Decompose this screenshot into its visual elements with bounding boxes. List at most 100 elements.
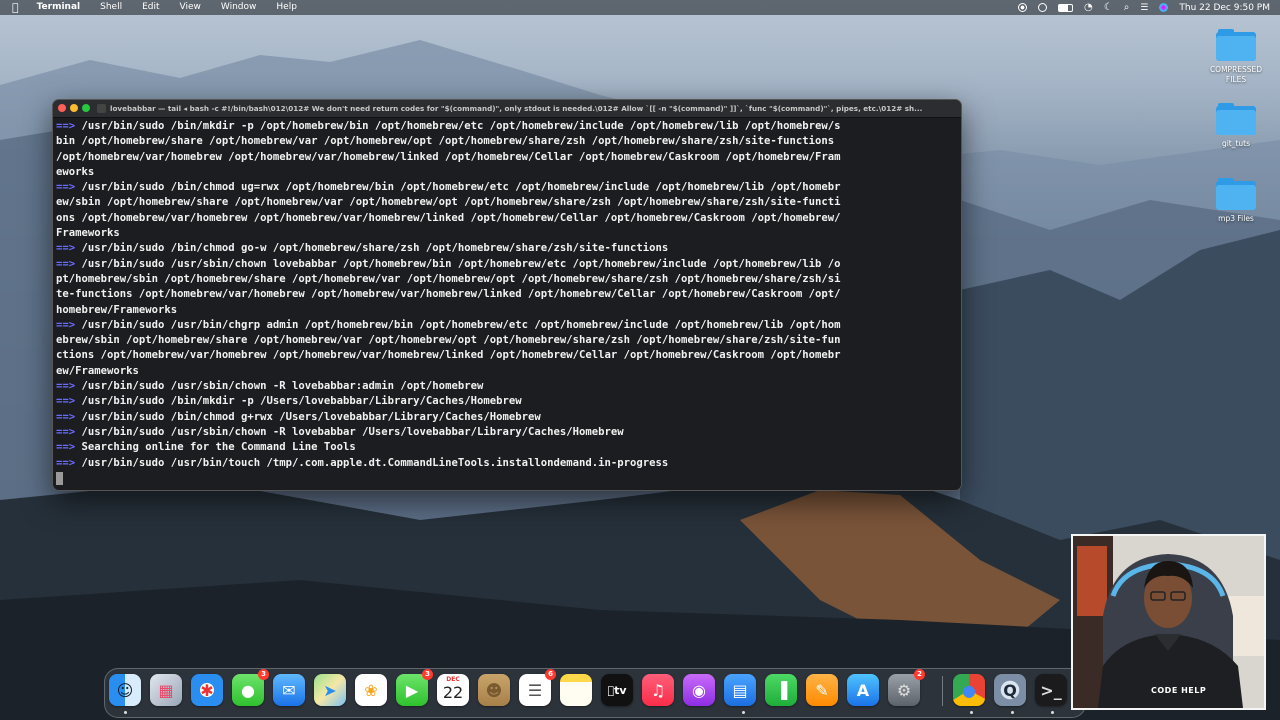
system-settings-icon[interactable]: ⚙ 2 <box>888 669 925 706</box>
desktop-folder-label: COMPRESSED FILES <box>1209 65 1263 84</box>
desktop-folder-mp3-files[interactable]: mp3 Files <box>1201 178 1271 224</box>
terminal-line-text: /usr/bin/sudo /usr/sbin/chown -R lovebab… <box>75 425 624 438</box>
menu-edit[interactable]: Edit <box>132 0 169 15</box>
calendar-icon[interactable]: DEC 22 <box>437 674 469 706</box>
app-store-icon[interactable]: A <box>847 674 879 706</box>
search-icon[interactable]: ⌕ <box>1124 2 1130 13</box>
menu-view[interactable]: View <box>170 0 211 15</box>
contacts-glyph: ☻ <box>485 680 503 700</box>
terminal-line-text: Frameworks <box>56 227 120 240</box>
desktop-folder-label: mp3 Files <box>1218 214 1254 223</box>
running-indicator <box>742 711 745 714</box>
apple-tv-icon[interactable]: tv <box>601 674 633 706</box>
terminal-output[interactable]: ==> /usr/bin/sudo /bin/mkdir -p /opt/hom… <box>53 118 961 486</box>
maps-icon[interactable]: ➤ <box>314 674 346 706</box>
terminal-line: ==> /usr/bin/sudo /bin/chmod go-w /opt/h… <box>56 241 958 256</box>
menu-window[interactable]: Window <box>211 0 267 15</box>
record-status-icon[interactable] <box>1017 3 1027 12</box>
terminal-line-text: /usr/bin/sudo /usr/bin/chgrp admin /opt/… <box>75 318 841 331</box>
wifi-icon[interactable]: ◔ <box>1084 2 1093 13</box>
desktop-folder-git-tuts[interactable]: git_tuts <box>1201 103 1271 149</box>
menu-shell[interactable]: Shell <box>90 0 132 15</box>
terminal-app-icon[interactable]: >_ <box>1035 674 1067 706</box>
clock-datetime[interactable]: Thu 22 Dec 9:50 PM <box>1179 3 1270 13</box>
terminal-line-text: /usr/bin/sudo /usr/bin/touch /tmp/.com.a… <box>75 456 669 469</box>
apple-menu-icon[interactable]:  <box>0 1 27 14</box>
keynote-icon[interactable]: ▤ <box>724 674 756 706</box>
running-indicator <box>1011 711 1014 714</box>
terminal-line: ==> /usr/bin/sudo /bin/mkdir -p /opt/hom… <box>56 119 958 134</box>
app-store-glyph: A <box>856 680 870 700</box>
facetime-icon[interactable]: ▶ 3 <box>396 669 433 706</box>
keynote-glyph: ▤ <box>732 680 748 700</box>
finder-icon[interactable]: ☺ <box>109 674 141 706</box>
safari-icon[interactable]: ✱ <box>191 674 223 706</box>
terminal-line: eworks <box>56 165 958 180</box>
terminal-line-text: Searching online for the Command Line To… <box>75 441 356 454</box>
prompt-arrow: ==> <box>56 380 76 393</box>
terminal-line: ==> /usr/bin/sudo /bin/chmod ug=rwx /opt… <box>56 180 958 195</box>
terminal-line: ==> /usr/bin/sudo /usr/bin/chgrp admin /… <box>56 318 958 333</box>
menu-help[interactable]: Help <box>266 0 307 15</box>
terminal-line: ctions /opt/homebrew/var/homebrew /opt/h… <box>56 348 958 363</box>
pages-glyph: ✎ <box>815 680 829 700</box>
desktop-folder-label: git_tuts <box>1221 139 1251 148</box>
messages-icon[interactable]: ● 3 <box>232 669 269 706</box>
quicktime-icon[interactable]: Q <box>994 674 1026 706</box>
play-status-icon[interactable] <box>1037 3 1047 12</box>
terminal-line-text: bin /opt/homebrew/share /opt/homebrew/va… <box>56 135 835 148</box>
terminal-line-text: ebrew/sbin /opt/homebrew/share /opt/home… <box>56 334 841 347</box>
launchpad-icon[interactable]: ▦ <box>150 674 182 706</box>
mail-glyph: ✉ <box>282 680 296 700</box>
siri-icon[interactable] <box>1159 3 1169 12</box>
presenter-video <box>1073 536 1264 708</box>
close-button[interactable] <box>58 104 66 112</box>
terminal-app-glyph: >_ <box>1040 680 1062 700</box>
battery-icon[interactable] <box>1057 3 1073 12</box>
notes-icon[interactable] <box>560 674 592 706</box>
mail-icon[interactable]: ✉ <box>273 674 305 706</box>
chrome-icon[interactable]: ● <box>953 674 985 706</box>
notification-badge: 3 <box>258 669 269 680</box>
finder-glyph: ☺ <box>116 680 134 700</box>
contacts-icon[interactable]: ☻ <box>478 674 510 706</box>
music-icon[interactable]: ♫ <box>642 674 674 706</box>
terminal-line: ==> /usr/bin/sudo /usr/bin/touch /tmp/.c… <box>56 456 958 471</box>
terminal-window[interactable]: lovebabbar — tail ◂ bash -c #!/bin/bash\… <box>52 99 962 491</box>
terminal-titlebar[interactable]: lovebabbar — tail ◂ bash -c #!/bin/bash\… <box>53 100 961 118</box>
prompt-arrow: ==> <box>56 425 76 438</box>
dock-separator <box>942 676 943 706</box>
control-center-icon[interactable]: ☰ <box>1140 3 1148 13</box>
pages-icon[interactable]: ✎ <box>806 674 838 706</box>
terminal-line: ==> /usr/bin/sudo /bin/chmod g+rwx /User… <box>56 410 958 425</box>
notification-badge: 2 <box>914 669 925 680</box>
numbers-icon[interactable]: ▐ <box>765 674 797 706</box>
zoom-button[interactable] <box>82 104 90 112</box>
prompt-arrow: ==> <box>56 441 76 454</box>
terminal-line-text: eworks <box>56 165 95 178</box>
music-glyph: ♫ <box>650 680 666 700</box>
prompt-arrow: ==> <box>56 395 76 408</box>
photos-glyph: ❀ <box>364 680 378 700</box>
focus-moon-icon[interactable]: ☾ <box>1104 2 1113 13</box>
photos-icon[interactable]: ❀ <box>355 674 387 706</box>
running-indicator <box>1051 711 1054 714</box>
reminders-icon[interactable]: ☰ 6 <box>519 669 556 706</box>
folder-icon <box>1216 178 1256 210</box>
minimize-button[interactable] <box>70 104 78 112</box>
prompt-arrow: ==> <box>56 181 76 194</box>
podcasts-glyph: ◉ <box>692 680 706 700</box>
podcasts-icon[interactable]: ◉ <box>683 674 715 706</box>
terminal-line: ew/Frameworks <box>56 364 958 379</box>
terminal-line: /opt/homebrew/var/homebrew /opt/homebrew… <box>56 150 958 165</box>
notification-badge: 6 <box>545 669 556 680</box>
menu-app-name[interactable]: Terminal <box>27 0 91 15</box>
terminal-line-text: ew/Frameworks <box>56 364 139 377</box>
webcam-overlay: CODE HELP <box>1071 534 1266 710</box>
terminal-line-text: /opt/homebrew/var/homebrew /opt/homebrew… <box>56 150 841 163</box>
terminal-line-text: /usr/bin/sudo /bin/chmod g+rwx /Users/lo… <box>75 410 541 423</box>
terminal-line: te-functions /opt/homebrew/var/homebrew … <box>56 287 958 302</box>
desktop-folder-compressed-files[interactable]: COMPRESSED FILES <box>1201 29 1271 85</box>
terminal-line-text: /usr/bin/sudo /usr/sbin/chown lovebabbar… <box>75 257 841 270</box>
terminal-line: ==> /usr/bin/sudo /usr/sbin/chown -R lov… <box>56 379 958 394</box>
